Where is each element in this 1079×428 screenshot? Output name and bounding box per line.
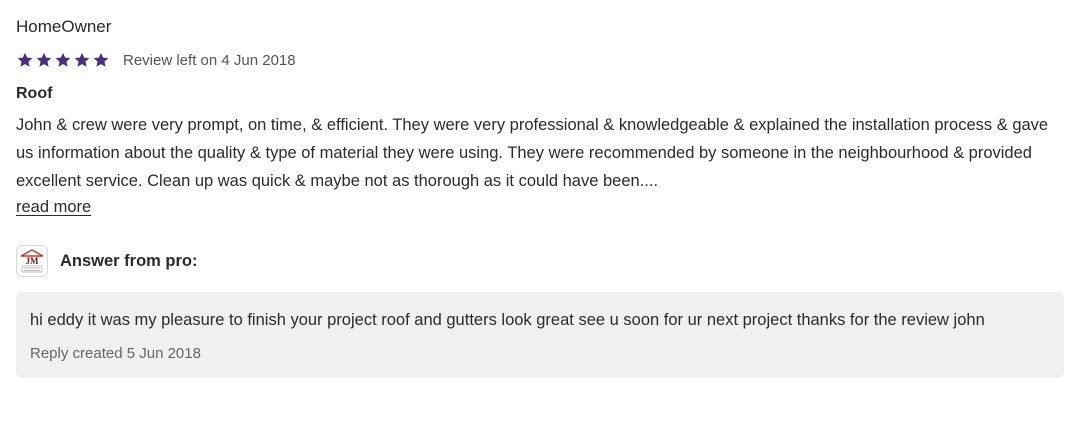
star-icon (35, 51, 53, 69)
pro-logo: JM (16, 245, 48, 277)
rating-row: Review left on 4 Jun 2018 (16, 49, 1063, 71)
answer-box: hi eddy it was my pleasure to finish you… (16, 292, 1064, 378)
answer-label: Answer from pro: (60, 251, 198, 270)
review-date: Review left on 4 Jun 2018 (123, 51, 296, 69)
answer-header: JM Answer from pro: (16, 244, 1063, 278)
review-author: HomeOwner (16, 17, 112, 36)
review-body: John & crew were very prompt, on time, &… (16, 116, 1049, 190)
jm-logo-icon: JM (20, 249, 44, 273)
star-rating (16, 51, 110, 69)
star-icon (92, 51, 110, 69)
star-icon (16, 51, 34, 69)
read-more-link[interactable]: read more (16, 196, 91, 218)
logo-text: JM (26, 256, 40, 266)
answer-text: hi eddy it was my pleasure to finish you… (30, 311, 985, 329)
star-icon (54, 51, 72, 69)
star-icon (73, 51, 91, 69)
review-title: Roof (16, 85, 53, 102)
review-card: HomeOwner Review left on 4 Jun 2018 Roof… (0, 0, 1079, 378)
reply-date: Reply created 5 Jun 2018 (30, 345, 201, 362)
